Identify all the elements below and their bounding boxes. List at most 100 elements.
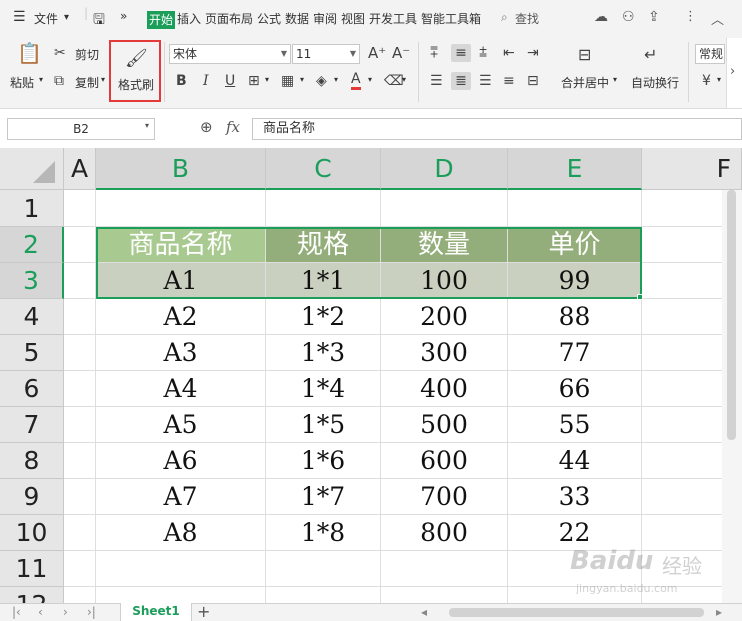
search-icon[interactable]: ⌕ [501, 10, 508, 25]
cell-d11[interactable] [381, 551, 508, 587]
cell-a4[interactable] [64, 299, 96, 335]
currency-button[interactable]: ¥ [702, 72, 711, 90]
tab-view[interactable]: 视图 [341, 10, 365, 27]
row-header-6[interactable]: 6 [0, 371, 64, 407]
wrap-text-icon[interactable]: ↵ [644, 46, 657, 64]
cell-c10[interactable]: 1*8 [266, 515, 381, 551]
column-header-f[interactable]: F [642, 148, 742, 190]
cell-b2[interactable]: 商品名称 [96, 227, 266, 263]
cell-c11[interactable] [266, 551, 381, 587]
chevron-down-icon[interactable]: ▾ [402, 75, 406, 84]
cell-e9[interactable]: 33 [508, 479, 642, 515]
search-label[interactable]: 查找 [515, 10, 539, 27]
cell-a10[interactable] [64, 515, 96, 551]
column-header-c[interactable]: C [266, 148, 381, 190]
paste-button[interactable]: 粘贴 [10, 74, 34, 91]
zoom-icon[interactable]: ⊕ [200, 118, 213, 136]
formula-input[interactable]: 商品名称 [252, 118, 742, 140]
chevron-down-icon[interactable]: ▾ [101, 75, 105, 84]
chevron-down-icon[interactable]: ▾ [145, 121, 149, 130]
indent-decrease-icon[interactable]: ⇤ [503, 44, 515, 62]
cell-e4[interactable]: 88 [508, 299, 642, 335]
tab-page-layout[interactable]: 页面布局 [205, 10, 253, 27]
spreadsheet-grid[interactable]: A B C D E F 1 2 3 4 5 6 7 8 9 10 11 12 商… [0, 148, 742, 603]
cell-e7[interactable]: 55 [508, 407, 642, 443]
collapse-ribbon-icon[interactable]: ︿ [711, 9, 724, 28]
tab-home[interactable]: 开始 [147, 11, 176, 29]
align-right-icon[interactable]: ☰ [479, 72, 492, 90]
fx-icon[interactable]: fx [226, 118, 240, 136]
tab-data[interactable]: 数据 [285, 10, 309, 27]
select-all-corner[interactable] [0, 148, 64, 190]
decrease-font-icon[interactable]: A⁻ [392, 44, 410, 62]
increase-font-icon[interactable]: A⁺ [368, 44, 386, 62]
next-sheet-icon[interactable]: › [63, 604, 68, 621]
cell-b3[interactable]: A1 [96, 263, 266, 299]
cell-b7[interactable]: A5 [96, 407, 266, 443]
chevron-down-icon[interactable]: ▾ [368, 75, 372, 84]
row-header-3[interactable]: 3 [0, 263, 64, 299]
column-header-e[interactable]: E [508, 148, 642, 190]
vertical-scroll-thumb[interactable] [727, 190, 736, 440]
cell-a11[interactable] [64, 551, 96, 587]
first-sheet-icon[interactable]: |‹ [12, 604, 21, 621]
cell-c8[interactable]: 1*6 [266, 443, 381, 479]
cell-c9[interactable]: 1*7 [266, 479, 381, 515]
chevron-down-icon[interactable]: ▾ [300, 75, 304, 84]
cell-b1[interactable] [96, 190, 266, 227]
column-header-d[interactable]: D [381, 148, 508, 190]
more-icon[interactable]: » [120, 9, 127, 23]
cell-d7[interactable]: 500 [381, 407, 508, 443]
last-sheet-icon[interactable]: ›| [87, 604, 96, 621]
cell-e3[interactable]: 99 [508, 263, 642, 299]
cloud-icon[interactable]: ☁ [594, 9, 608, 25]
cell-d1[interactable] [381, 190, 508, 227]
merge-center-icon[interactable]: ⊟ [578, 46, 591, 64]
chevron-down-icon[interactable]: ▾ [613, 75, 617, 84]
tab-review[interactable]: 审阅 [313, 10, 337, 27]
tab-formulas[interactable]: 公式 [257, 10, 281, 27]
row-header-12[interactable]: 12 [0, 587, 64, 603]
fill-handle[interactable] [637, 294, 643, 300]
cell-d2[interactable]: 数量 [381, 227, 508, 263]
justify-icon[interactable]: ≡ [503, 72, 515, 90]
chevron-down-icon[interactable]: ▾ [64, 12, 69, 23]
wrap-text-button[interactable]: 自动换行 [631, 74, 679, 91]
bold-icon[interactable]: B [176, 72, 187, 90]
italic-icon[interactable]: I [203, 72, 209, 90]
cell-c2[interactable]: 规格 [266, 227, 381, 263]
user-icon[interactable]: ⚇ [622, 9, 635, 25]
more-options-icon[interactable]: ⋮ [684, 9, 697, 24]
chevron-down-icon[interactable]: ▾ [39, 75, 43, 84]
cell-e2[interactable]: 单价 [508, 227, 642, 263]
fill-pattern-icon[interactable]: ▦ [281, 72, 294, 90]
underline-icon[interactable]: U [225, 72, 235, 90]
cell-a5[interactable] [64, 335, 96, 371]
scroll-left-icon[interactable]: ◂ [421, 604, 427, 621]
font-name-select[interactable]: 宋体 ▼ [169, 44, 291, 64]
font-color-icon[interactable]: A [351, 72, 361, 90]
cut-button[interactable]: 剪切 [75, 46, 99, 63]
align-bottom-icon[interactable]: ⩲ [479, 44, 487, 62]
cell-b6[interactable]: A4 [96, 371, 266, 407]
horizontal-scroll-thumb[interactable] [449, 608, 704, 617]
row-header-5[interactable]: 5 [0, 335, 64, 371]
row-header-7[interactable]: 7 [0, 407, 64, 443]
cell-c7[interactable]: 1*5 [266, 407, 381, 443]
align-left-icon[interactable]: ☰ [430, 72, 443, 90]
share-icon[interactable]: ⇪ [648, 9, 660, 25]
chevron-down-icon[interactable]: ▾ [717, 75, 721, 84]
cell-b9[interactable]: A7 [96, 479, 266, 515]
cell-d8[interactable]: 600 [381, 443, 508, 479]
number-format-select[interactable]: 常规 [695, 44, 725, 64]
indent-increase-icon[interactable]: ⇥ [527, 44, 539, 62]
cell-a12[interactable] [64, 587, 96, 603]
copy-button[interactable]: 复制 [75, 74, 99, 91]
cell-a8[interactable] [64, 443, 96, 479]
font-size-select[interactable]: 11 ▼ [292, 44, 360, 64]
align-top-icon[interactable]: ⩱ [430, 44, 438, 62]
row-header-11[interactable]: 11 [0, 551, 64, 587]
cell-d10[interactable]: 800 [381, 515, 508, 551]
cell-b10[interactable]: A8 [96, 515, 266, 551]
cell-b11[interactable] [96, 551, 266, 587]
